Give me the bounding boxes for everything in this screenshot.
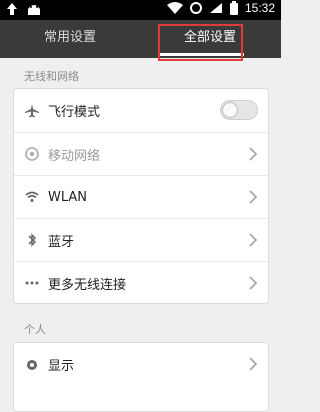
chevron-right-icon <box>249 147 258 161</box>
bluetooth-icon <box>24 232 40 248</box>
wireless-card: 飞行模式 移动网络 WLAN 蓝牙 更多无线连接 <box>13 88 269 304</box>
status-bar: 15:32 <box>0 0 281 20</box>
display-icon <box>24 357 40 373</box>
row-bluetooth[interactable]: 蓝牙 <box>14 218 268 261</box>
upload-icon <box>7 3 17 15</box>
section-title-wireless: 无线和网络 <box>24 70 79 83</box>
signal-icon <box>209 3 222 13</box>
row-label: 显示 <box>48 359 75 374</box>
chevron-right-icon <box>249 233 258 247</box>
row-label: 飞行模式 <box>48 105 101 120</box>
row-airplane-mode[interactable]: 飞行模式 <box>14 89 268 132</box>
more-icon <box>24 275 40 291</box>
row-more-wireless[interactable]: 更多无线连接 <box>14 261 268 304</box>
tab-common-settings[interactable]: 常用设置 <box>0 20 140 58</box>
chevron-right-icon <box>249 190 258 204</box>
toggle-knob <box>222 102 238 118</box>
row-label: WLAN <box>48 189 88 205</box>
wifi-status-icon <box>166 2 183 14</box>
personal-card: 显示 <box>13 342 269 412</box>
annotation-highlight-box <box>158 24 243 61</box>
clock: 15:32 <box>244 1 275 15</box>
chevron-right-icon <box>249 276 258 290</box>
row-mobile-network[interactable]: 移动网络 <box>14 132 268 175</box>
section-title-personal: 个人 <box>24 323 46 336</box>
mobile-network-icon <box>24 146 40 162</box>
airplane-icon <box>24 103 40 119</box>
row-display[interactable]: 显示 <box>14 343 268 386</box>
chevron-right-icon <box>249 357 258 371</box>
android-icon <box>28 5 40 15</box>
airplane-mode-toggle[interactable] <box>220 100 258 120</box>
row-label: 移动网络 <box>48 148 101 164</box>
battery-icon <box>229 1 238 15</box>
wifi-icon <box>24 189 40 205</box>
row-wlan[interactable]: WLAN <box>14 175 268 218</box>
row-label: 更多无线连接 <box>48 277 127 293</box>
sync-icon <box>189 2 202 14</box>
row-label: 蓝牙 <box>48 234 75 250</box>
